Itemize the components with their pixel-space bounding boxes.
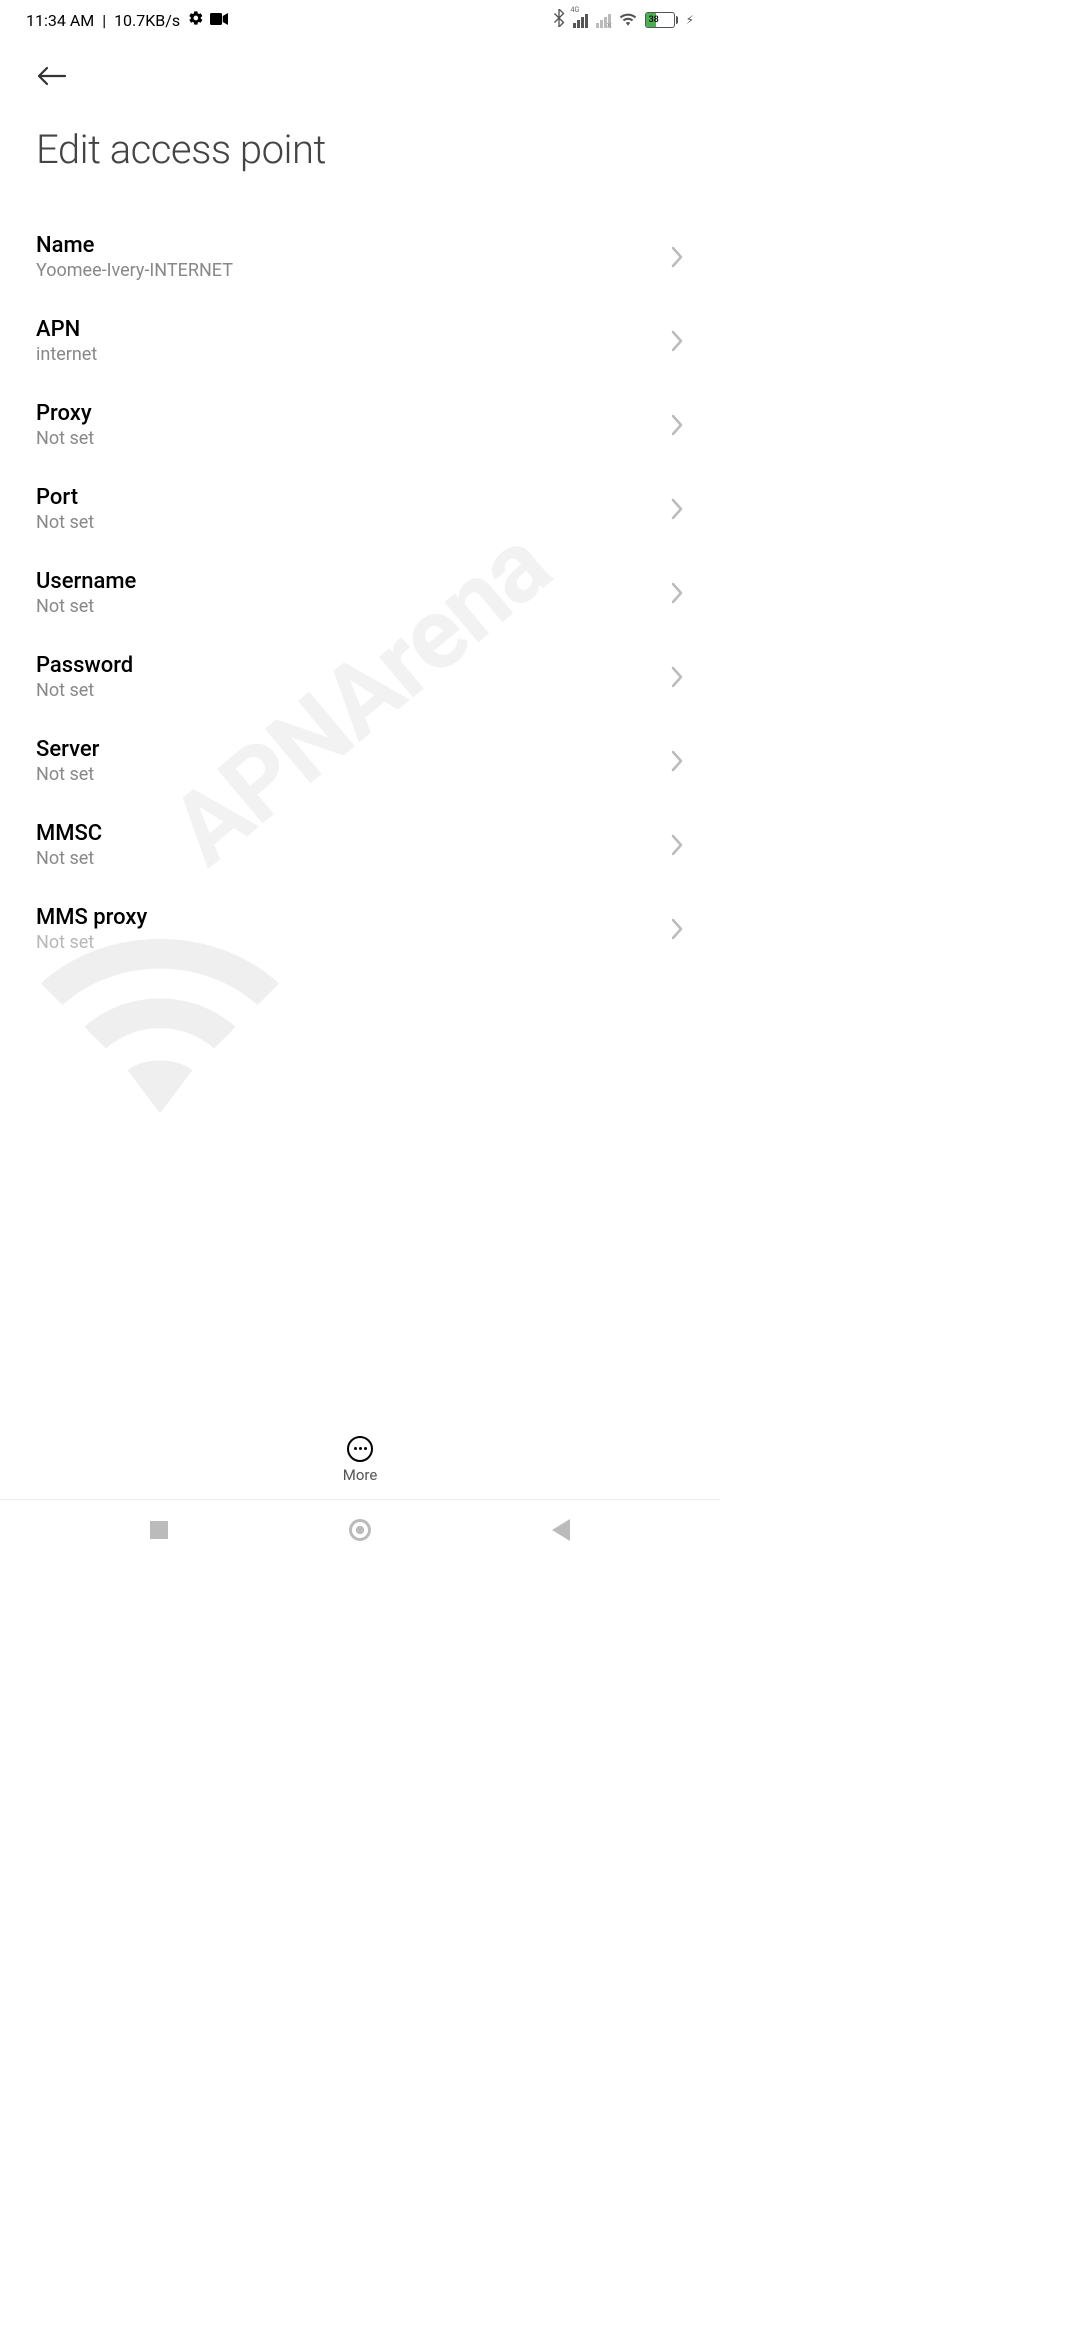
chevron-right-icon (670, 414, 684, 436)
wifi-icon (619, 11, 637, 30)
field-apn[interactable]: APN internet (0, 299, 720, 383)
field-port-value: Not set (36, 512, 94, 533)
chevron-right-icon (670, 918, 684, 940)
field-proxy-label: Proxy (36, 401, 94, 426)
status-right: 4G ✕ 38 ⚡︎ (553, 9, 694, 31)
field-username-label: Username (36, 569, 136, 594)
chevron-right-icon (670, 666, 684, 688)
field-password[interactable]: Password Not set (0, 635, 720, 719)
signal-sim1-icon: 4G (573, 12, 588, 28)
chevron-right-icon (670, 246, 684, 268)
settings-list: Name Yoomee-Ivery-INTERNET APN internet … (0, 215, 720, 971)
field-password-value: Not set (36, 680, 133, 701)
chevron-right-icon (670, 834, 684, 856)
page-title: Edit access point (36, 126, 684, 173)
chevron-right-icon (670, 582, 684, 604)
signal-sim2-icon: ✕ (596, 12, 611, 28)
status-netspeed: 10.7KB/s (114, 11, 180, 30)
bluetooth-icon (553, 9, 565, 31)
battery-icon: 38 (645, 12, 678, 28)
nav-back-button[interactable] (552, 1519, 570, 1541)
gear-icon (188, 10, 204, 30)
field-mms-proxy[interactable]: MMS proxy Not set (0, 887, 720, 971)
charging-icon: ⚡︎ (686, 13, 694, 27)
field-proxy[interactable]: Proxy Not set (0, 383, 720, 467)
field-username-value: Not set (36, 596, 136, 617)
nav-home-button[interactable] (349, 1519, 371, 1541)
field-name-label: Name (36, 233, 233, 258)
status-time: 11:34 AM (26, 11, 94, 30)
field-port[interactable]: Port Not set (0, 467, 720, 551)
field-username[interactable]: Username Not set (0, 551, 720, 635)
field-apn-value: internet (36, 344, 97, 365)
field-server-label: Server (36, 737, 99, 762)
battery-percent: 38 (649, 15, 659, 25)
video-icon (210, 11, 228, 30)
back-button[interactable] (36, 60, 68, 92)
field-server-value: Not set (36, 764, 99, 785)
status-left: 11:34 AM | 10.7KB/s (26, 10, 228, 30)
status-bar: 11:34 AM | 10.7KB/s 4G ✕ 38 (0, 0, 720, 40)
field-mms-proxy-value: Not set (36, 932, 147, 953)
field-name[interactable]: Name Yoomee-Ivery-INTERNET (0, 215, 720, 299)
chevron-right-icon (670, 498, 684, 520)
field-server[interactable]: Server Not set (0, 719, 720, 803)
field-mmsc[interactable]: MMSC Not set (0, 803, 720, 887)
field-password-label: Password (36, 653, 133, 678)
field-port-label: Port (36, 485, 94, 510)
field-proxy-value: Not set (36, 428, 94, 449)
field-name-value: Yoomee-Ivery-INTERNET (36, 260, 233, 281)
field-mms-proxy-label: MMS proxy (36, 905, 147, 930)
field-apn-label: APN (36, 317, 97, 342)
field-mmsc-label: MMSC (36, 821, 102, 846)
chevron-right-icon (670, 330, 684, 352)
chevron-right-icon (670, 750, 684, 772)
system-nav-bar (0, 1500, 720, 1560)
network-type: 4G (571, 6, 580, 14)
field-mmsc-value: Not set (36, 848, 102, 869)
nav-recents-button[interactable] (150, 1521, 168, 1539)
